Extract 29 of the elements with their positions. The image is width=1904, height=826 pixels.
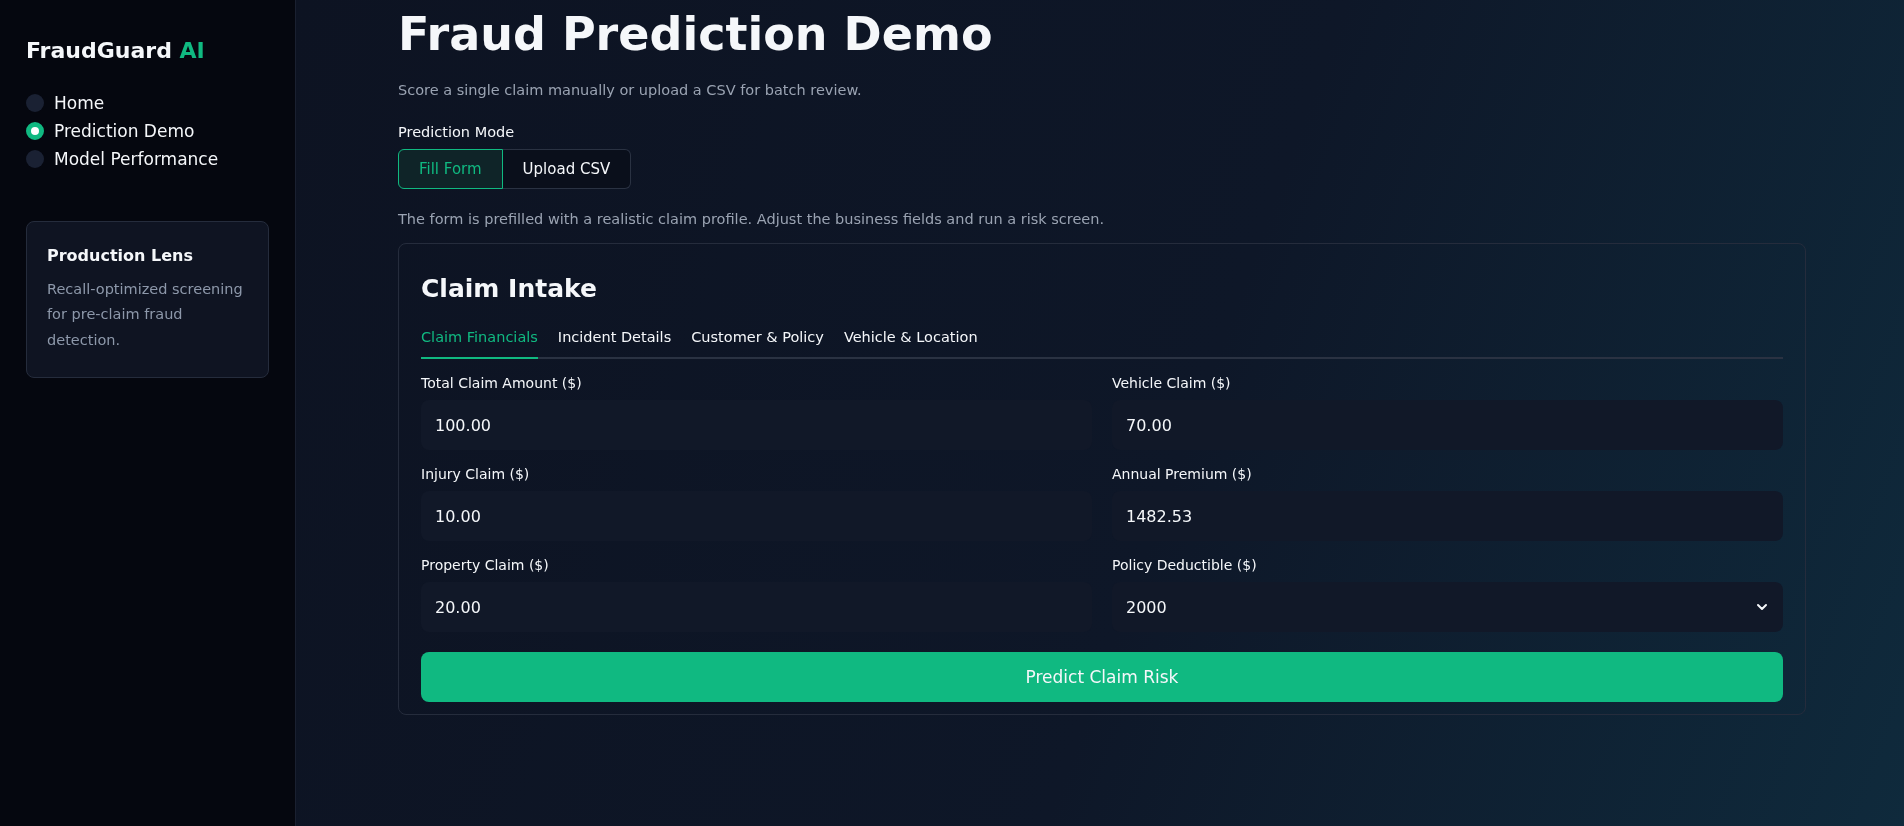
field-label: Injury Claim ($) — [421, 466, 531, 482]
number-input-field[interactable]: 20.00 — [421, 582, 1092, 632]
app-logo: FraudGuard AI — [26, 38, 205, 63]
mode-toggle-button[interactable]: Upload CSV — [502, 149, 632, 189]
number-input-field[interactable]: 10.00 — [421, 491, 1092, 541]
field-label: Policy Deductible ($) — [1112, 557, 1258, 573]
tab[interactable]: Incident Details — [557, 329, 672, 359]
number-input-field[interactable]: 70.00 — [1112, 400, 1783, 450]
card-title: Production Lens — [47, 246, 194, 265]
nav-radio-item[interactable]: Home — [26, 93, 105, 113]
form-note: The form is prefilled with a realistic claim profile. Adjust the business fields and run a risk screen. — [398, 211, 1106, 227]
field-label: Total Claim Amount ($) — [421, 375, 583, 391]
tab[interactable]: Vehicle & Location — [843, 329, 978, 359]
select-field[interactable]: 2000 — [1112, 582, 1783, 632]
number-input-field[interactable]: 100.00 — [421, 400, 1092, 450]
number-input-field[interactable]: 1482.53 — [1112, 491, 1783, 541]
field-label: Property Claim ($) — [421, 557, 550, 573]
nav-radio-item[interactable]: Prediction Demo — [26, 121, 195, 141]
card-text: Recall-optimized screening for pre-claim fraud detection. — [47, 280, 244, 350]
mode-label: Prediction Mode — [398, 124, 515, 140]
mode-toggle-button[interactable]: Fill Form — [398, 149, 503, 189]
nav-radio-item[interactable]: Model Performance — [26, 149, 219, 169]
field-label: Annual Premium ($) — [1112, 466, 1253, 482]
field-label: Vehicle Claim ($) — [1112, 375, 1232, 391]
page-title: Fraud Prediction Demo — [398, 6, 994, 62]
tab[interactable]: Customer & Policy — [691, 329, 824, 359]
page-subtitle: Score a single claim manually or upload a CSV for batch review. — [398, 82, 863, 98]
card-title: Claim Intake — [421, 274, 598, 303]
tab[interactable]: Claim Financials — [421, 329, 538, 359]
